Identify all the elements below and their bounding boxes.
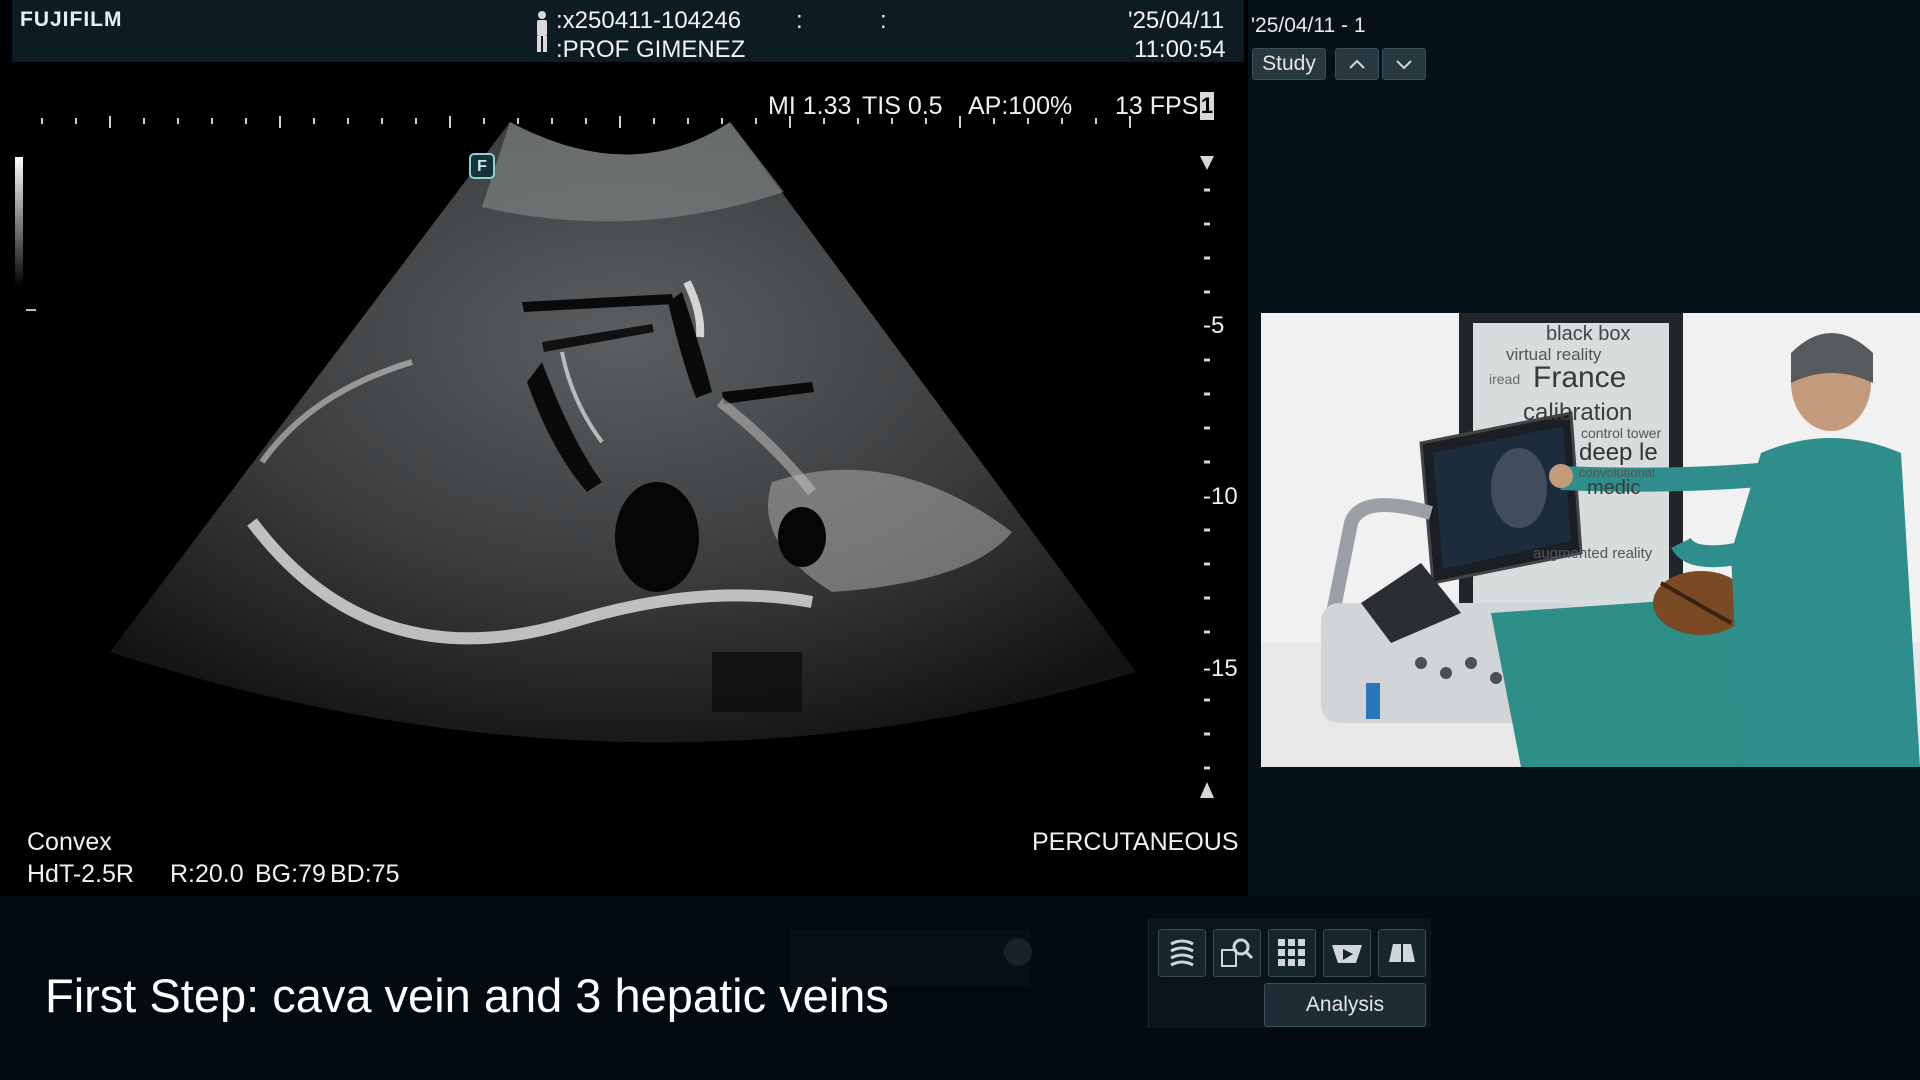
- exam-label: '25/04/11 - 1: [1251, 14, 1366, 37]
- ultrasound-image: [15, 116, 1136, 743]
- analysis-button[interactable]: Analysis: [1264, 983, 1426, 1027]
- chevron-up-icon: [1349, 59, 1365, 69]
- probe-type: Convex: [27, 828, 112, 856]
- previous-study-button[interactable]: [1335, 48, 1379, 80]
- poster-text: medic: [1587, 477, 1641, 499]
- layers-icon[interactable]: [1158, 929, 1206, 977]
- patient-id: :x250411-104246: [556, 7, 742, 34]
- poster-text: deep le: [1579, 439, 1658, 466]
- poster-text: black box: [1546, 323, 1631, 345]
- poster-text: augmented reality: [1533, 545, 1653, 562]
- exam-date: '25/04/11: [1128, 7, 1225, 34]
- patient-icon: [537, 11, 547, 52]
- chevron-down-icon: [1396, 60, 1412, 70]
- presenter-video: black box virtual reality France iread c…: [1261, 313, 1920, 767]
- header-separator: :: [880, 7, 887, 34]
- grid-icon[interactable]: [1268, 929, 1316, 977]
- operator-name: :PROF GIMENEZ: [556, 36, 746, 63]
- fps-value: 13 FPS: [1115, 92, 1199, 120]
- bg-value: BG:79: [255, 860, 326, 888]
- search-zoom-icon[interactable]: [1213, 929, 1261, 977]
- ap-value: AP:100%: [968, 92, 1073, 120]
- exam-time: 11:00:54: [1134, 36, 1226, 63]
- focus-marker: F: [477, 158, 487, 175]
- mi-value: MI 1.33: [768, 92, 852, 120]
- probe-params: HdT-2.5R: [27, 860, 134, 888]
- poster-text: iread: [1489, 371, 1521, 387]
- brand-logo: FUJIFILM: [20, 8, 123, 31]
- ultrasound-image-area[interactable]: F: [12, 62, 1244, 896]
- frame-indicator: 1: [1200, 92, 1214, 120]
- r-value: R:20.0: [170, 860, 244, 888]
- depth-label-5: -5: [1203, 312, 1225, 339]
- next-study-button[interactable]: [1382, 48, 1426, 80]
- tis-value: TIS 0.5: [862, 92, 943, 120]
- bookmark-icon[interactable]: [1378, 929, 1426, 977]
- poster-text: France: [1533, 361, 1627, 394]
- bd-value: BD:75: [330, 860, 400, 888]
- depth-label-10: -10: [1203, 483, 1238, 510]
- lesson-caption: First Step: cava vein and 3 hepatic vein…: [45, 969, 889, 1022]
- depth-label-15: -15: [1203, 655, 1238, 682]
- play-icon[interactable]: [1323, 929, 1371, 977]
- study-button[interactable]: Study: [1252, 48, 1326, 80]
- dimmed-knob: [1004, 938, 1032, 966]
- header-separator: :: [796, 7, 803, 34]
- poster-text: calibration: [1523, 399, 1633, 426]
- preset-label: PERCUTANEOUS: [1032, 828, 1239, 856]
